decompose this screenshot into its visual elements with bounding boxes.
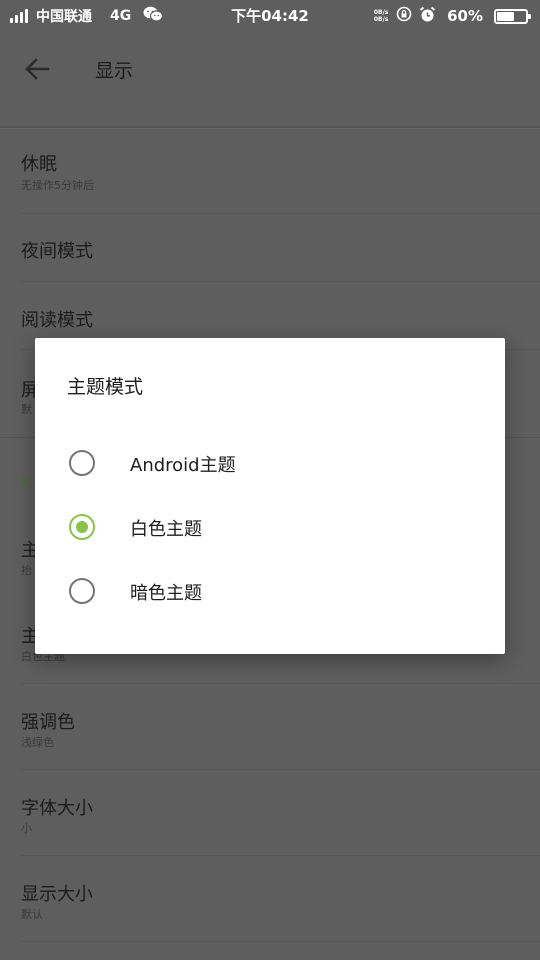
- dialog-title: 主题模式: [67, 376, 144, 398]
- setting-display-size[interactable]: 显示大小 默认: [0, 856, 540, 942]
- setting-title: 阅读模式: [21, 310, 93, 331]
- battery-icon: [494, 8, 531, 24]
- back-button[interactable]: [20, 52, 54, 86]
- setting-title: 休眠: [21, 154, 57, 175]
- upload-speed: 0B/s: [373, 9, 389, 16]
- radio-button[interactable]: [69, 514, 95, 540]
- status-bar: 中国联通 4G 下午04:42 0B/s 0B/s 60%: [0, 0, 540, 32]
- option-android-theme[interactable]: Android主题: [35, 431, 505, 495]
- radio-button[interactable]: [69, 450, 95, 476]
- setting-subtitle: 抬: [21, 564, 32, 577]
- option-dark-theme[interactable]: 暗色主题: [35, 559, 505, 623]
- setting-subtitle: 默: [21, 403, 32, 416]
- radio-button[interactable]: [69, 578, 95, 604]
- setting-accent-color[interactable]: 强调色 浅绿色: [0, 684, 540, 770]
- alarm-clock-icon: [419, 6, 436, 27]
- section-header: 系: [21, 476, 34, 490]
- setting-night-mode[interactable]: 夜间模式: [0, 214, 540, 282]
- download-speed: 0B/s: [373, 16, 389, 23]
- setting-title: 强调色: [21, 712, 75, 733]
- setting-title: 夜间模式: [21, 241, 93, 262]
- setting-font-size[interactable]: 字体大小 小: [0, 770, 540, 856]
- battery-percent: 60%: [447, 7, 483, 25]
- option-white-theme[interactable]: 白色主题: [35, 495, 505, 559]
- rotation-lock-icon: [396, 6, 412, 26]
- setting-title: 字体大小: [21, 798, 93, 819]
- arrow-left-icon: [25, 58, 50, 80]
- setting-subtitle: 浅绿色: [21, 736, 54, 749]
- theme-mode-dialog: 主题模式 Android主题 白色主题 暗色主题: [35, 338, 505, 654]
- divider: [21, 941, 540, 942]
- page-title: 显示: [95, 60, 134, 82]
- option-label: 暗色主题: [130, 583, 202, 604]
- option-label: Android主题: [130, 455, 236, 476]
- setting-subtitle: 小: [21, 822, 32, 835]
- network-speed: 0B/s 0B/s: [373, 9, 389, 23]
- setting-subtitle: 无操作5分钟后: [21, 179, 94, 192]
- setting-title: 显示大小: [21, 884, 93, 905]
- setting-subtitle: 默认: [21, 908, 43, 921]
- option-label: 白色主题: [130, 519, 202, 540]
- battery-fill: [497, 11, 514, 21]
- toolbar: 显示: [0, 32, 540, 106]
- setting-sleep[interactable]: 休眠 无操作5分钟后: [0, 128, 540, 214]
